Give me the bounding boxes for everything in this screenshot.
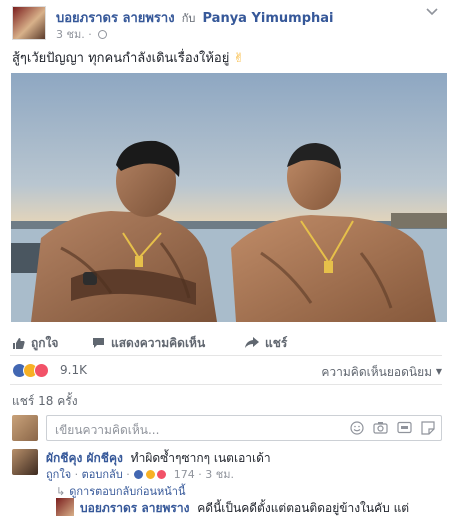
globe-icon xyxy=(98,30,108,39)
post-meta: 3 ชม. · xyxy=(56,25,108,43)
caret-down-icon: ▼ xyxy=(435,367,442,376)
post-actions: ถูกใจ แสดงความคิดเห็น แชร์ xyxy=(12,334,442,352)
chevron-down-icon[interactable] xyxy=(426,8,438,20)
reactions-bar: 9.1K ความคิดเห็นยอดนิยม ▼ xyxy=(12,362,442,380)
comment-author[interactable]: ผักชีคุง ผักชีคุง xyxy=(46,451,123,465)
tagged-user[interactable]: Panya Yimumphai xyxy=(203,11,334,26)
author-avatar[interactable] xyxy=(12,6,46,40)
share-icon xyxy=(245,337,259,348)
love-reaction-icon xyxy=(34,363,49,378)
like-button[interactable]: ถูกใจ xyxy=(12,334,58,352)
peace-hand-icon: ✌ xyxy=(233,51,245,66)
comment-time[interactable]: 3 ชม. xyxy=(205,468,234,481)
divider xyxy=(10,384,442,385)
comment-label: แสดงความคิดเห็น xyxy=(111,335,206,350)
comment-reaction-count[interactable]: 174 xyxy=(174,468,195,481)
reaction-count[interactable]: 9.1K xyxy=(60,363,87,377)
comment-reply-link[interactable]: ตอบกลับ xyxy=(82,468,123,481)
post-text: สู้ๆเวัยปัญญา ทุกคนกำลังเดินเรื่องให้อยู… xyxy=(12,47,244,68)
top-comments-filter[interactable]: ความคิดเห็นยอดนิยม ▼ xyxy=(321,363,442,382)
post-photo[interactable] xyxy=(11,73,447,322)
previous-replies-label: ดูการตอบกลับก่อนหน้านี้ xyxy=(69,485,186,498)
top-comments-label: ความคิดเห็นยอดนิยม xyxy=(321,365,433,379)
sticker-icon[interactable] xyxy=(421,421,435,435)
post-header: บอยภราดร ลายพราง กับ Panya Yimumphai 3 ช… xyxy=(12,6,442,43)
thumbs-up-icon xyxy=(13,337,25,349)
comment-meta: ถูกใจ · ตอบกลับ · 174 · 3 ชม. xyxy=(46,465,234,483)
reply-body: บอยภราดร ลายพราง คดีนี้เป็นคดีตั้งแต่ตอน… xyxy=(80,499,409,518)
separator-dot: · xyxy=(126,468,134,481)
previous-replies-link[interactable]: ↳ ดูการตอบกลับก่อนหน้านี้ xyxy=(56,482,185,500)
love-reaction-mini-icon xyxy=(156,469,168,480)
author-name[interactable]: บอยภราดร ลายพราง xyxy=(56,11,175,26)
with-word: กับ xyxy=(181,12,196,25)
share-count[interactable]: แชร์ 18 ครั้ง xyxy=(12,392,78,411)
comment-placeholder: เขียนความคิดเห็น... xyxy=(55,423,160,437)
comment-button[interactable]: แสดงความคิดเห็น xyxy=(92,334,205,352)
reply-author-avatar[interactable] xyxy=(56,498,74,516)
like-reaction-mini-icon xyxy=(133,469,145,480)
comment-icon xyxy=(93,338,104,348)
post-text-content: สู้ๆเวัยปัญญา ทุกคนกำลังเดินเรื่องให้อยู… xyxy=(12,51,230,66)
viewer-avatar xyxy=(12,415,38,441)
haha-reaction-mini-icon xyxy=(144,469,156,480)
share-label: แชร์ xyxy=(265,335,288,350)
post-time[interactable]: 3 ชม. xyxy=(56,28,85,41)
commenter-avatar[interactable] xyxy=(12,449,38,475)
camera-icon[interactable] xyxy=(373,421,388,434)
share-button[interactable]: แชร์ xyxy=(245,334,287,352)
comment-input[interactable]: เขียนความคิดเห็น... xyxy=(46,415,442,441)
separator-dot: · xyxy=(88,28,96,41)
emoji-icon[interactable] xyxy=(350,421,364,435)
reply-author[interactable]: บอยภราดร ลายพราง xyxy=(80,501,189,515)
gif-icon[interactable] xyxy=(397,421,412,434)
separator-dot: · xyxy=(74,468,82,481)
reply-arrow-icon: ↳ xyxy=(56,485,66,498)
divider xyxy=(10,355,442,356)
reply-text: คดีนี้เป็นคดีตั้งแต่ตอนติดอยู่ข้างในคับ … xyxy=(197,501,410,515)
facebook-post: บอยภราดร ลายพราง กับ Panya Yimumphai 3 ช… xyxy=(0,0,450,517)
like-label: ถูกใจ xyxy=(31,335,59,350)
comment-like-link[interactable]: ถูกใจ xyxy=(46,468,71,481)
comment-text: ทำผิดซ้ำๆซากๆ เนตเอาเด้า xyxy=(130,451,271,465)
comment-input-icons xyxy=(350,421,435,436)
